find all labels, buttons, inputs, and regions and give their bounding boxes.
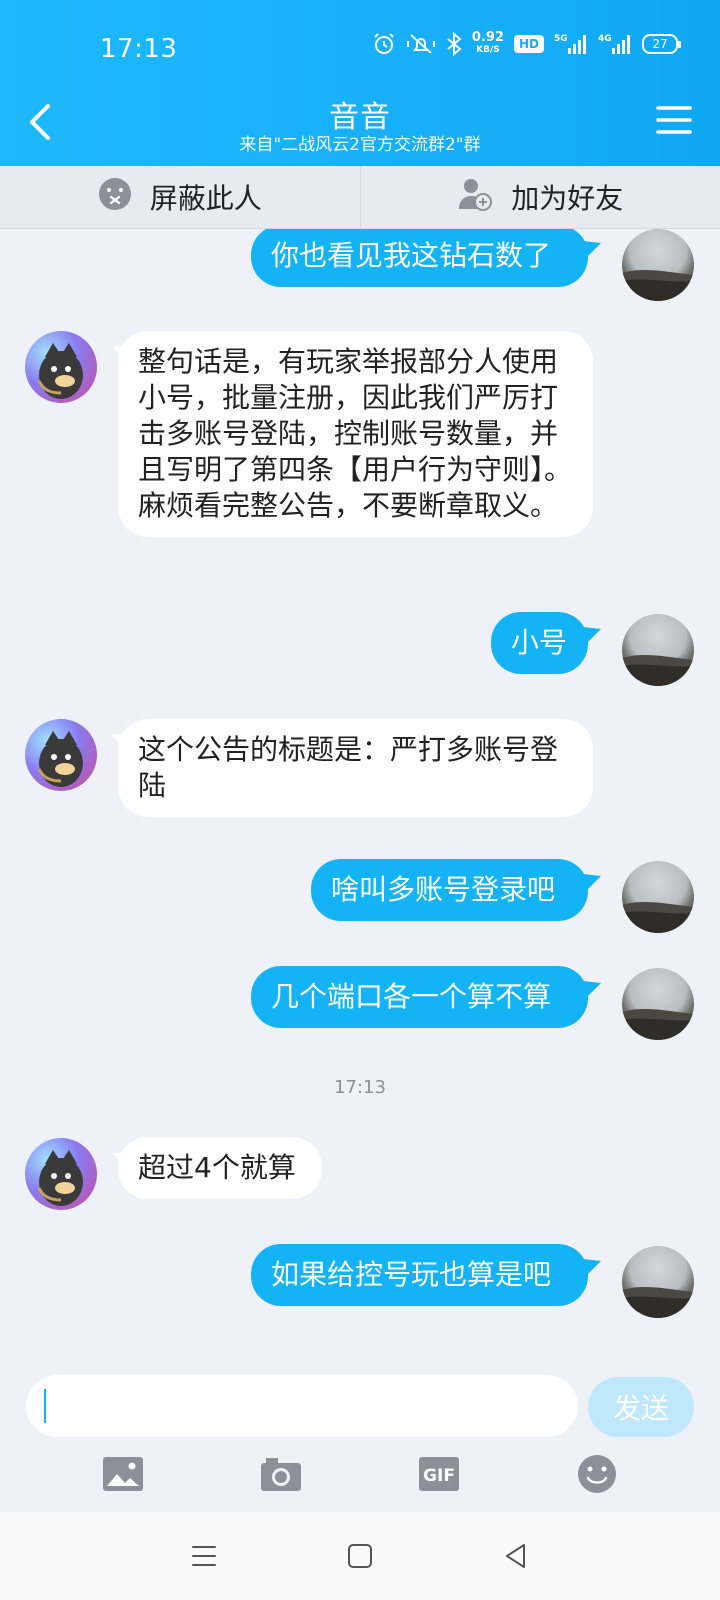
status-time: 17:13 (100, 34, 178, 64)
image-button[interactable] (99, 1450, 147, 1498)
nav-home-button[interactable] (342, 1538, 378, 1574)
hamburger-icon (656, 106, 692, 134)
message-bubble-sent[interactable]: 如果给控号玩也算是吧 (251, 1244, 588, 1306)
square-icon (348, 1544, 372, 1568)
block-user-button[interactable]: 屏蔽此人 (0, 166, 360, 228)
message-bubble-sent[interactable]: 小号 (491, 612, 588, 674)
message-bubble-sent[interactable]: 你也看见我这钻石数了 (251, 229, 588, 287)
bubble-tail (583, 241, 601, 259)
bubble-tail (583, 874, 601, 892)
add-friend-button[interactable]: 加为好友 (359, 166, 720, 228)
menu-button[interactable] (654, 100, 694, 140)
network-speed: 0.92 KB/S (471, 30, 504, 56)
message-list[interactable]: 你也看见我这钻石数了 整句话是，有玩家举报部分人使用小号，批量注册，因此我们严厉… (0, 229, 720, 1367)
mute-vibrate-icon (406, 32, 436, 56)
message-bubble-received[interactable]: 这个公告的标题是：严打多账号登陆 (118, 719, 593, 817)
send-button[interactable]: 发送 (588, 1377, 694, 1437)
battery-indicator: 27 (642, 34, 681, 54)
camera-button[interactable] (257, 1450, 305, 1498)
status-icons: 0.92 KB/S HD 5G 4G 27 (372, 30, 681, 56)
speed-unit: KB/S (476, 45, 500, 55)
bubble-tail (583, 1259, 601, 1277)
hd-badge: HD (513, 35, 544, 53)
message-bubble-sent[interactable]: 啥叫多账号登录吧 (311, 859, 588, 921)
bubble-tail (112, 345, 130, 363)
bluetooth-icon (446, 32, 462, 56)
bubble-tail (112, 733, 130, 751)
speed-value: 0.92 (471, 30, 504, 45)
my-avatar[interactable] (622, 861, 694, 933)
gif-button[interactable]: GIF (415, 1450, 463, 1498)
signal-4g-icon: 4G (598, 32, 632, 56)
my-avatar[interactable] (622, 229, 694, 301)
message-bubble-received[interactable]: 整句话是，有玩家举报部分人使用小号，批量注册，因此我们严厉打击多账号登陆，控制账… (118, 331, 593, 537)
triangle-back-icon (506, 1544, 525, 1568)
composer-toolbar: GIF (0, 1437, 720, 1511)
gif-icon: GIF (419, 1457, 459, 1491)
camera-icon (261, 1458, 301, 1491)
menu-lines-icon (192, 1546, 216, 1566)
contact-avatar[interactable] (25, 719, 97, 791)
network-4g-label: 4G (598, 34, 612, 44)
message-bubble-sent[interactable]: 几个端口各一个算不算 (251, 966, 588, 1028)
chat-header: 17:13 0.92 KB/S HD 5G 4G 27 音音 来自"二战风云2官… (0, 0, 720, 166)
emoji-icon (578, 1455, 616, 1493)
nav-back-button[interactable] (498, 1538, 534, 1574)
system-navigation-bar (0, 1512, 720, 1600)
contact-avatar[interactable] (25, 1138, 97, 1210)
my-avatar[interactable] (622, 1246, 694, 1318)
bubble-tail (583, 627, 601, 645)
gif-label: GIF (423, 1466, 455, 1486)
nav-menu-button[interactable] (186, 1538, 222, 1574)
message-bubble-received[interactable]: 超过4个就算 (118, 1137, 322, 1199)
my-avatar[interactable] (622, 614, 694, 686)
alarm-icon (372, 32, 396, 56)
chat-subtitle: 来自"二战风云2官方交流群2"群 (239, 135, 481, 155)
contact-avatar[interactable] (25, 331, 97, 403)
bubble-tail (112, 1151, 130, 1169)
message-input[interactable] (26, 1375, 578, 1437)
network-5g-label: 5G (554, 34, 568, 44)
message-timestamp: 17:13 (334, 1077, 386, 1098)
emoji-button[interactable] (573, 1450, 621, 1498)
bubble-tail (583, 981, 601, 999)
add-friend-label: 加为好友 (511, 182, 624, 215)
block-user-label: 屏蔽此人 (149, 182, 262, 215)
add-friend-icon (457, 177, 493, 218)
image-icon (103, 1457, 143, 1491)
block-icon (98, 177, 132, 218)
stranger-action-bar: 屏蔽此人 加为好友 (0, 166, 720, 229)
composer: 发送 (0, 1367, 720, 1437)
text-caret (44, 1389, 46, 1423)
my-avatar[interactable] (622, 968, 694, 1040)
signal-5g-icon: 5G (554, 32, 588, 56)
